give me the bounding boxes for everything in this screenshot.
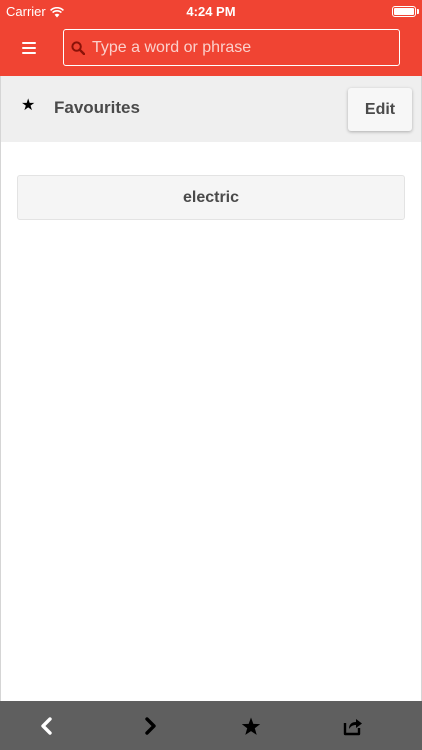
battery-icon bbox=[392, 6, 416, 17]
battery-level bbox=[394, 8, 414, 15]
bottom-toolbar bbox=[0, 701, 422, 750]
menu-line bbox=[22, 52, 36, 54]
hamburger-menu-icon[interactable] bbox=[14, 35, 44, 61]
list-item[interactable]: electric bbox=[17, 175, 405, 220]
battery-cap bbox=[417, 9, 419, 14]
search-icon bbox=[70, 40, 86, 56]
favourites-header: ★ Favourites Edit bbox=[0, 76, 422, 142]
app-header: Carrier 4:24 PM bbox=[0, 0, 422, 76]
chevron-left-icon[interactable] bbox=[33, 713, 59, 739]
menu-line bbox=[22, 42, 36, 44]
search-box[interactable] bbox=[63, 29, 400, 66]
menu-line bbox=[22, 47, 36, 49]
star-icon[interactable] bbox=[238, 713, 264, 739]
status-time: 4:24 PM bbox=[186, 4, 236, 19]
chevron-right-icon[interactable] bbox=[138, 713, 164, 739]
page-title: Favourites bbox=[54, 98, 140, 117]
status-bar: Carrier 4:24 PM bbox=[0, 0, 422, 22]
share-icon[interactable] bbox=[340, 713, 366, 739]
favourites-list: electric bbox=[0, 142, 422, 701]
search-input[interactable] bbox=[86, 30, 399, 65]
edit-button[interactable]: Edit bbox=[348, 88, 412, 131]
star-icon: ★ bbox=[21, 97, 36, 114]
